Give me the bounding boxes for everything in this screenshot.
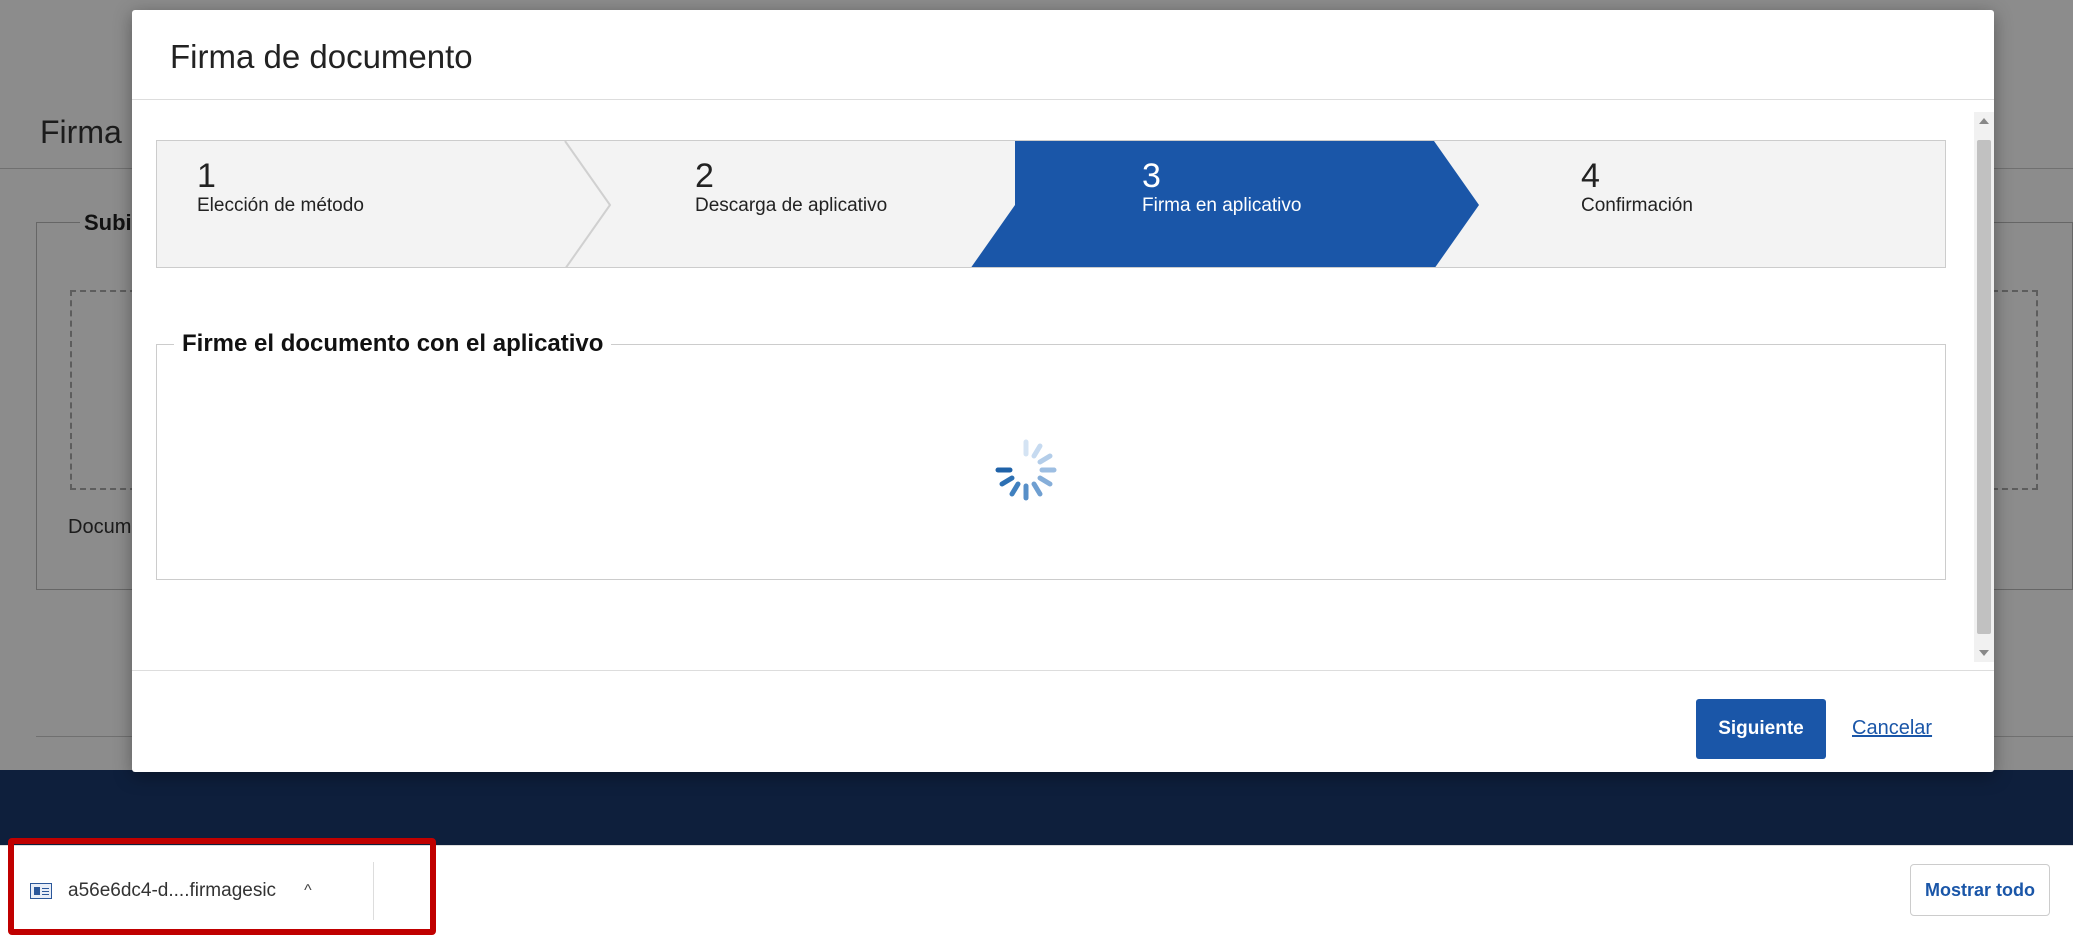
modal-body: 1 Elección de método 2 Descarga de aplic… [132, 100, 1994, 670]
show-all-button[interactable]: Mostrar todo [1910, 864, 2050, 916]
step-4-number: 4 [1581, 157, 1600, 195]
step-3-label: Firma en aplicativo [1142, 195, 1302, 216]
highlight-annotation [8, 838, 436, 935]
modal-footer: Siguiente Cancelar [132, 670, 1994, 772]
step-1: 1 Elección de método [197, 157, 364, 217]
step-2: 2 Descarga de aplicativo [695, 157, 887, 217]
step-1-separator [564, 141, 612, 267]
step-2-label: Descarga de aplicativo [695, 195, 888, 216]
step-4: 4 Confirmación [1581, 157, 1693, 217]
stepper: 1 Elección de método 2 Descarga de aplic… [156, 140, 1946, 268]
modal-scrollbar[interactable] [1974, 112, 1994, 662]
loading-spinner-icon [995, 439, 1057, 501]
step-1-label: Elección de método [197, 195, 364, 216]
sign-section-legend: Firme el documento con el aplicativo [174, 330, 612, 358]
scrollbar-thumb[interactable] [1977, 140, 1991, 634]
step-2-number: 2 [695, 157, 714, 195]
modal-title: Firma de documento [170, 38, 473, 75]
step-4-label: Confirmación [1581, 195, 1693, 216]
step-3-number: 3 [1142, 157, 1161, 195]
sign-document-modal: Firma de documento 1 Elección de método … [132, 10, 1994, 772]
step-3: 3 Firma en aplicativo [1142, 157, 1301, 217]
step-1-number: 1 [197, 157, 216, 195]
cancel-link[interactable]: Cancelar [1852, 717, 1932, 740]
scroll-down-arrow-icon[interactable] [1979, 650, 1989, 656]
next-button[interactable]: Siguiente [1696, 699, 1826, 759]
scroll-up-arrow-icon[interactable] [1979, 118, 1989, 124]
modal-header: Firma de documento [132, 10, 1994, 100]
